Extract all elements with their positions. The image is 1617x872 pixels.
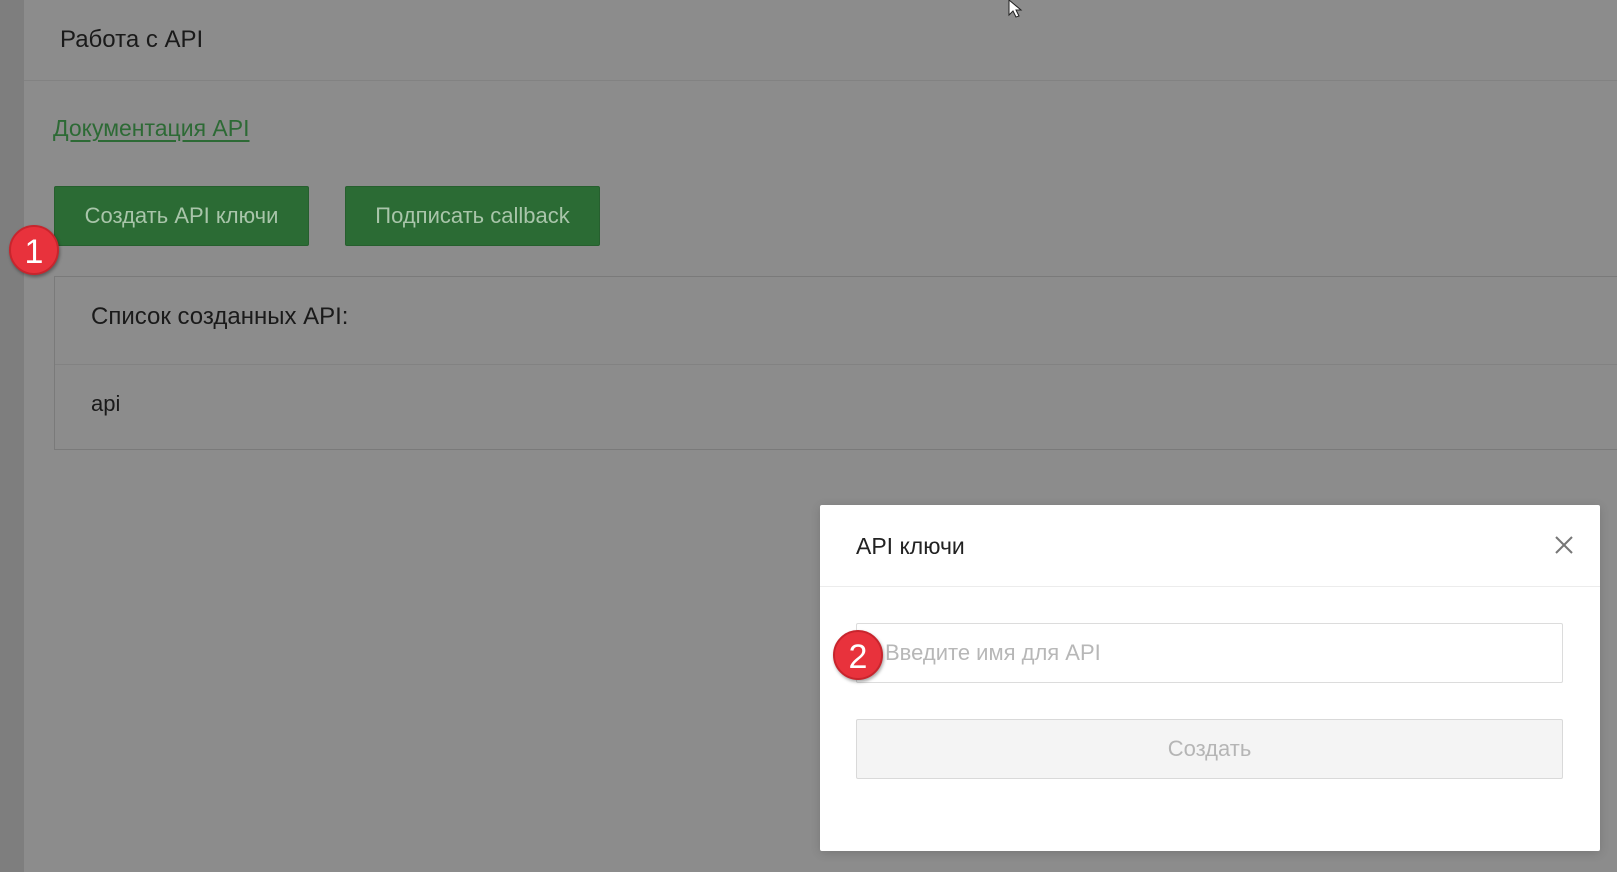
close-icon[interactable]: [1550, 531, 1578, 559]
step-badge-2: 2: [833, 630, 883, 680]
api-name-input[interactable]: [856, 623, 1563, 683]
subscribe-callback-button[interactable]: Подписать callback: [345, 186, 600, 246]
modal-header: API ключи: [820, 505, 1600, 587]
create-submit-button[interactable]: Создать: [856, 719, 1563, 779]
api-keys-modal: API ключи Создать: [820, 505, 1600, 851]
divider: [55, 364, 1617, 365]
left-sidebar-edge: [0, 0, 24, 872]
api-list-panel: Список созданных API: api: [54, 276, 1617, 450]
step-badge-1: 1: [9, 225, 59, 275]
page-header: Работа с API: [24, 0, 1617, 81]
api-docs-link[interactable]: Документация API: [53, 115, 250, 142]
modal-title: API ключи: [856, 533, 965, 559]
page-title: Работа с API: [60, 26, 204, 53]
create-api-keys-button[interactable]: Создать API ключи: [54, 186, 309, 246]
mouse-cursor-icon: [1008, 0, 1028, 23]
list-item[interactable]: api: [91, 391, 120, 417]
api-list-title: Список созданных API:: [91, 303, 349, 330]
